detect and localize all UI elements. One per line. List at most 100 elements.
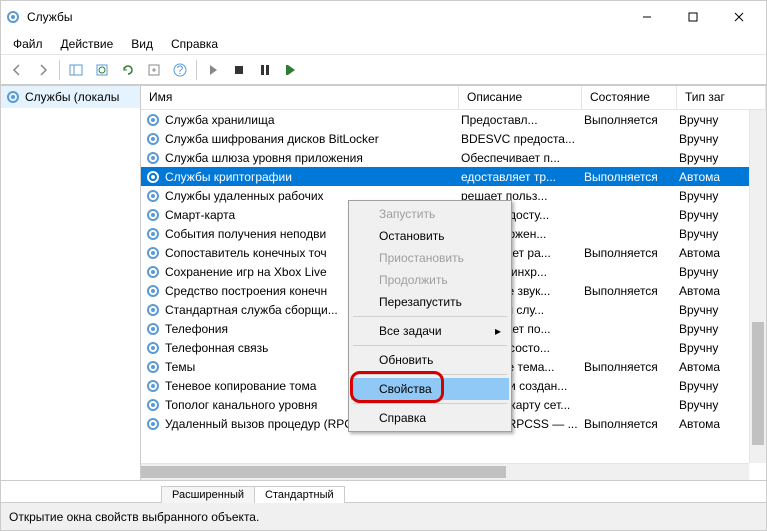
status-text: Открытие окна свойств выбранного объекта… — [9, 510, 259, 524]
context-item: Продолжить — [351, 269, 509, 291]
close-button[interactable] — [716, 1, 762, 33]
vertical-scrollbar[interactable] — [749, 110, 766, 463]
service-state: Выполняется — [582, 170, 677, 184]
context-item[interactable]: Свойства — [351, 378, 509, 400]
service-state: Выполняется — [582, 246, 677, 260]
scrollbar-thumb[interactable] — [752, 322, 764, 446]
service-name: Темы — [165, 360, 195, 374]
header-description[interactable]: Описание — [459, 86, 582, 109]
service-state: Выполняется — [582, 360, 677, 374]
maximize-button[interactable] — [670, 1, 716, 33]
service-state: Выполняется — [582, 113, 677, 127]
menu-view[interactable]: Вид — [123, 35, 161, 53]
service-name: Сохранение игр на Xbox Live — [165, 265, 327, 279]
gear-icon — [145, 131, 161, 147]
context-menu: ЗапуститьОстановитьПриостановитьПродолжи… — [348, 200, 512, 432]
context-item[interactable]: Остановить — [351, 225, 509, 247]
service-desc: BDESVC предоста... — [459, 132, 582, 146]
horizontal-scrollbar[interactable] — [141, 463, 749, 480]
context-separator — [353, 403, 507, 404]
stop-button[interactable] — [227, 58, 251, 82]
context-item[interactable]: Перезапустить — [351, 291, 509, 313]
help-button[interactable]: ? — [168, 58, 192, 82]
service-name: Службы удаленных рабочих — [165, 189, 324, 203]
restart-button[interactable] — [279, 58, 303, 82]
services-icon — [5, 9, 21, 25]
statusbar: Открытие окна свойств выбранного объекта… — [1, 502, 766, 530]
service-name: Службы криптографии — [165, 170, 292, 184]
service-name: Служба хранилища — [165, 113, 275, 127]
gear-icon — [145, 226, 161, 242]
service-name: Удаленный вызов процедур (RPC) — [165, 417, 357, 431]
refresh-button[interactable] — [116, 58, 140, 82]
column-headers: Имя Описание Состояние Тип заг — [141, 86, 766, 110]
minimize-button[interactable] — [624, 1, 670, 33]
context-separator — [353, 345, 507, 346]
gear-icon — [145, 321, 161, 337]
service-desc: едоставляет тр... — [459, 170, 582, 184]
gear-icon — [145, 245, 161, 261]
gear-icon — [145, 264, 161, 280]
header-state[interactable]: Состояние — [582, 86, 677, 109]
service-state: Выполняется — [582, 284, 677, 298]
bottom-tabs: Расширенный Стандартный — [1, 480, 766, 502]
service-row[interactable]: Служба шлюза уровня приложения Обеспечива… — [141, 148, 766, 167]
service-name: Смарт-карта — [165, 208, 235, 222]
service-name: Тополог канального уровня — [165, 398, 317, 412]
service-name: Теневое копирование тома — [165, 379, 316, 393]
service-name: Средство построения конечн — [165, 284, 327, 298]
scrollbar-thumb[interactable] — [141, 466, 506, 478]
gear-icon — [145, 378, 161, 394]
context-item[interactable]: Обновить — [351, 349, 509, 371]
service-name: Служба шифрования дисков BitLocker — [165, 132, 379, 146]
service-desc: Предоставл... — [459, 113, 582, 127]
tree-item-services[interactable]: Службы (локалы — [1, 86, 140, 108]
context-separator — [353, 316, 507, 317]
context-item[interactable]: Все задачи▸ — [351, 320, 509, 342]
toolbar-icon[interactable] — [90, 58, 114, 82]
svg-text:?: ? — [177, 63, 184, 77]
pause-button[interactable] — [253, 58, 277, 82]
back-button[interactable] — [5, 58, 29, 82]
window-title: Службы — [21, 10, 624, 24]
service-row[interactable]: Службы криптографии едоставляет тр...Выпо… — [141, 167, 766, 186]
menu-file[interactable]: Файл — [5, 35, 51, 53]
context-separator — [353, 374, 507, 375]
gear-icon — [145, 283, 161, 299]
titlebar: Службы — [1, 1, 766, 33]
menu-help[interactable]: Справка — [163, 35, 226, 53]
play-button[interactable] — [201, 58, 225, 82]
service-name: Служба шлюза уровня приложения — [165, 151, 363, 165]
header-name[interactable]: Имя — [141, 86, 459, 109]
gear-icon — [145, 416, 161, 432]
gear-icon — [145, 397, 161, 413]
export-button[interactable] — [142, 58, 166, 82]
menu-action[interactable]: Действие — [53, 35, 122, 53]
forward-button[interactable] — [31, 58, 55, 82]
tab-standard[interactable]: Стандартный — [254, 486, 345, 503]
header-startup[interactable]: Тип заг — [677, 86, 766, 109]
gear-icon — [145, 112, 161, 128]
submenu-arrow-icon: ▸ — [495, 324, 501, 338]
tree-item-label: Службы (локалы — [25, 90, 119, 104]
service-name: Стандартная служба сборщи... — [165, 303, 338, 317]
context-item: Приостановить — [351, 247, 509, 269]
service-row[interactable]: Служба шифрования дисков BitLocker BDESVC… — [141, 129, 766, 148]
gear-icon — [145, 340, 161, 356]
service-desc: Обеспечивает п... — [459, 151, 582, 165]
service-name: События получения неподви — [165, 227, 326, 241]
toolbar-icon[interactable] — [64, 58, 88, 82]
gear-icon — [145, 150, 161, 166]
tree-pane: Службы (локалы — [1, 86, 141, 480]
gear-icon — [145, 302, 161, 318]
services-icon — [5, 89, 21, 105]
service-row[interactable]: Служба хранилища Предоставл...Выполняется… — [141, 110, 766, 129]
gear-icon — [145, 169, 161, 185]
gear-icon — [145, 207, 161, 223]
context-item[interactable]: Справка — [351, 407, 509, 429]
context-item: Запустить — [351, 203, 509, 225]
menubar: Файл Действие Вид Справка — [1, 33, 766, 55]
service-state: Выполняется — [582, 417, 677, 431]
service-name: Сопоставитель конечных точ — [165, 246, 327, 260]
tab-extended[interactable]: Расширенный — [161, 486, 255, 503]
